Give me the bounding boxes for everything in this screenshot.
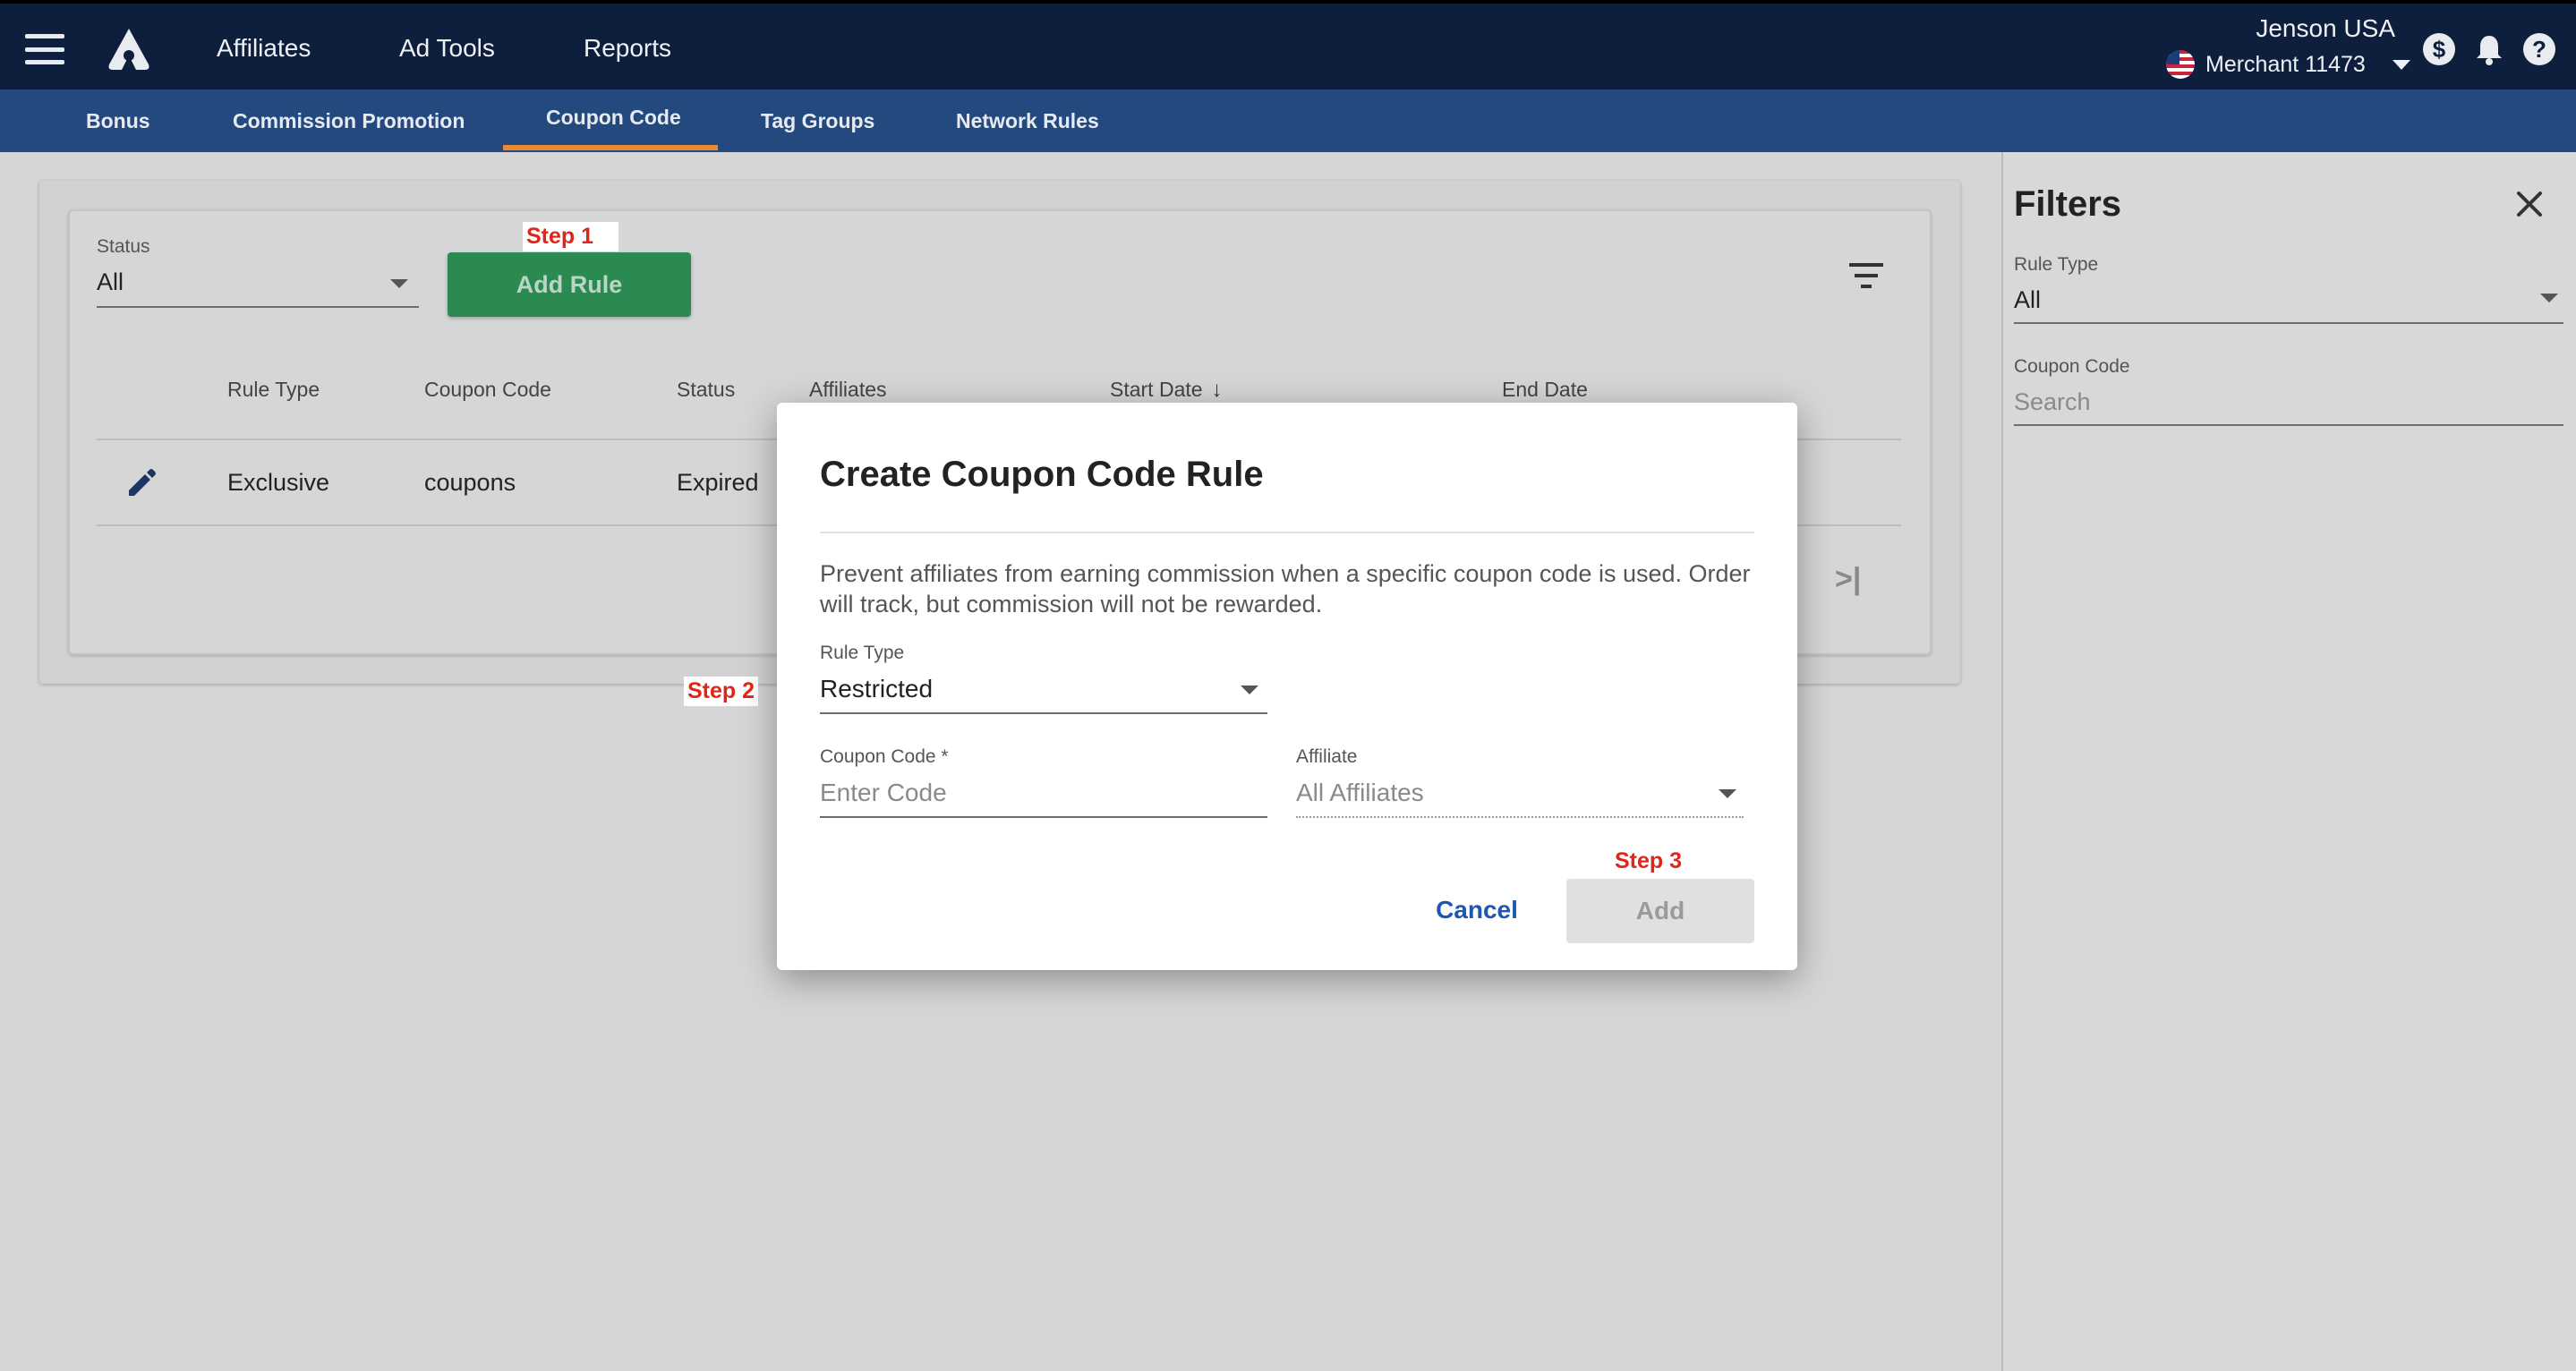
last-page-icon[interactable]: >| <box>1835 562 1861 597</box>
step-1-annotation: Step 1 <box>523 222 619 251</box>
filter-rule-type-select[interactable]: All <box>2014 286 2041 314</box>
add-button[interactable]: Add <box>1566 879 1754 943</box>
filter-rule-type-label: Rule Type <box>2014 254 2099 275</box>
coupon-code-label: Coupon Code * <box>820 746 949 767</box>
tab-bonus[interactable]: Bonus <box>86 109 150 133</box>
merchant-label: Merchant 11473 <box>2205 51 2366 77</box>
tab-network-rules[interactable]: Network Rules <box>956 109 1099 133</box>
status-filter-underline <box>97 306 419 308</box>
dialog-description: Prevent affiliates from earning commissi… <box>820 560 1751 617</box>
status-filter-label: Status <box>97 236 150 257</box>
active-tab-indicator <box>503 145 718 150</box>
bell-icon[interactable] <box>2472 32 2506 66</box>
coupon-code-input[interactable]: Enter Code <box>820 779 947 807</box>
step-2-annotation: Step 2 <box>684 677 759 706</box>
sub-navigation: Bonus Commission Promotion Coupon Code T… <box>0 89 2576 152</box>
account-name: Jenson USA <box>2256 14 2395 42</box>
coupon-code-underline <box>820 816 1267 818</box>
filter-coupon-code-label: Coupon Code <box>2014 356 2130 377</box>
column-header-status[interactable]: Status <box>677 378 735 402</box>
sort-descending-icon: ↓ <box>1211 378 1223 402</box>
filter-list-icon[interactable] <box>1849 263 1883 288</box>
menu-icon[interactable] <box>25 34 64 64</box>
affiliate-label: Affiliate <box>1296 746 1358 767</box>
status-filter-select[interactable]: All <box>97 268 124 296</box>
column-header-coupon-code[interactable]: Coupon Code <box>424 378 551 402</box>
filters-title: Filters <box>2014 184 2122 224</box>
column-header-affiliates[interactable]: Affiliates <box>809 378 887 402</box>
start-date-header-label: Start Date <box>1110 378 1203 401</box>
filter-rule-type-underline <box>2014 322 2563 324</box>
cell-coupon-code: coupons <box>424 469 516 496</box>
affiliate-underline <box>1296 816 1744 818</box>
chevron-down-icon[interactable] <box>1241 686 1258 694</box>
rule-type-underline <box>820 712 1267 714</box>
tab-commission-promotion[interactable]: Commission Promotion <box>233 109 465 133</box>
nav-reports[interactable]: Reports <box>584 34 671 63</box>
affiliate-select[interactable]: All Affiliates <box>1296 779 1424 807</box>
edit-icon[interactable] <box>124 465 159 501</box>
cell-status: Expired <box>677 469 759 496</box>
merchant-selector[interactable]: Merchant 11473 <box>2166 50 2410 79</box>
cell-rule-type: Exclusive <box>227 469 330 496</box>
dollar-icon[interactable]: $ <box>2422 32 2456 66</box>
chevron-down-icon[interactable] <box>2540 294 2558 302</box>
svg-text:$: $ <box>2433 36 2446 63</box>
column-header-start-date[interactable]: Start Date ↓ <box>1110 378 1223 403</box>
chevron-down-icon[interactable] <box>390 279 408 288</box>
app-logo[interactable] <box>100 25 158 75</box>
step-3-annotation: Step 3 <box>1611 847 1686 876</box>
filter-coupon-code-underline <box>2014 424 2563 426</box>
filter-coupon-code-input[interactable]: Search <box>2014 388 2091 416</box>
cancel-button[interactable]: Cancel <box>1423 890 1531 931</box>
top-navigation-bar: Affiliates Ad Tools Reports Jenson USA M… <box>0 0 2576 89</box>
add-rule-button[interactable]: Add Rule <box>448 252 691 317</box>
us-flag-icon <box>2166 50 2195 79</box>
tab-tag-groups[interactable]: Tag Groups <box>761 109 874 133</box>
column-header-end-date[interactable]: End Date <box>1502 378 1588 402</box>
filters-panel <box>2001 152 2576 1371</box>
dialog-title: Create Coupon Code Rule <box>820 455 1264 494</box>
nav-affiliates[interactable]: Affiliates <box>217 34 311 63</box>
rule-type-select[interactable]: Restricted <box>820 675 933 703</box>
svg-text:?: ? <box>2532 36 2546 63</box>
dialog-divider <box>820 532 1754 533</box>
chevron-down-icon[interactable] <box>1719 789 1736 798</box>
close-icon[interactable] <box>2513 188 2546 220</box>
column-header-rule-type[interactable]: Rule Type <box>227 378 320 402</box>
tab-coupon-code[interactable]: Coupon Code <box>546 106 681 130</box>
rule-type-label: Rule Type <box>820 643 905 663</box>
nav-ad-tools[interactable]: Ad Tools <box>399 34 495 63</box>
chevron-down-icon <box>2392 59 2410 70</box>
help-icon[interactable]: ? <box>2522 32 2556 66</box>
